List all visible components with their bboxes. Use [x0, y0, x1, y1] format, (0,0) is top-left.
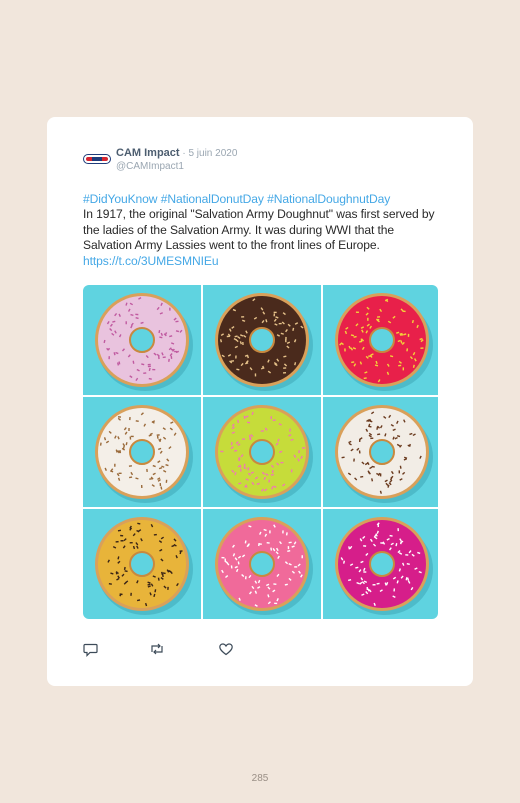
- tweet-date[interactable]: 5 juin 2020: [188, 148, 237, 159]
- retweet-icon[interactable]: [149, 641, 165, 657]
- photo-tile: [83, 285, 201, 395]
- donut-white-chocolate: [83, 397, 201, 507]
- photo-tile: [83, 397, 201, 507]
- tweet-body: In 1917, the original "Salvation Army Do…: [83, 207, 435, 253]
- photo-tile: [323, 509, 438, 619]
- cam-impact-logo[interactable]: [83, 154, 111, 164]
- donut-white-chocolate-sprinkles: [323, 397, 438, 507]
- author-name[interactable]: CAM Impact: [116, 147, 180, 159]
- donut-pink-white: [203, 509, 321, 619]
- reply-icon[interactable]: [83, 641, 99, 657]
- tweet-text: #DidYouKnow #NationalDonutDay #NationalD…: [83, 192, 439, 269]
- donut-yellow-chocolate: [83, 509, 201, 619]
- tweet-actions: [83, 641, 283, 657]
- photo-tile: [83, 509, 201, 619]
- photo-tile: [323, 285, 438, 395]
- author-handle[interactable]: @CAMImpact1: [116, 161, 184, 172]
- photo-tile: [203, 397, 321, 507]
- photo-tile: [203, 509, 321, 619]
- donut-green-sprinkles: [203, 397, 321, 507]
- hashtags[interactable]: #DidYouKnow #NationalDonutDay #NationalD…: [83, 192, 390, 206]
- like-icon[interactable]: [218, 641, 234, 657]
- tweet-card: CAM Impact · 5 juin 2020 @CAMImpact1 #Di…: [47, 117, 473, 686]
- donut-photo-grid[interactable]: [83, 285, 438, 619]
- photo-tile: [323, 397, 438, 507]
- donut-chocolate-nuts: [203, 285, 321, 395]
- tweet-author-line: CAM Impact · 5 juin 2020: [116, 147, 237, 159]
- tweet-link[interactable]: https://t.co/3UMESMNIEu: [83, 254, 219, 268]
- page-number: 285: [251, 773, 269, 784]
- donut-red-yellow: [323, 285, 438, 395]
- donut-magenta-white: [323, 509, 438, 619]
- photo-tile: [203, 285, 321, 395]
- donut-pink-sprinkles: [83, 285, 201, 395]
